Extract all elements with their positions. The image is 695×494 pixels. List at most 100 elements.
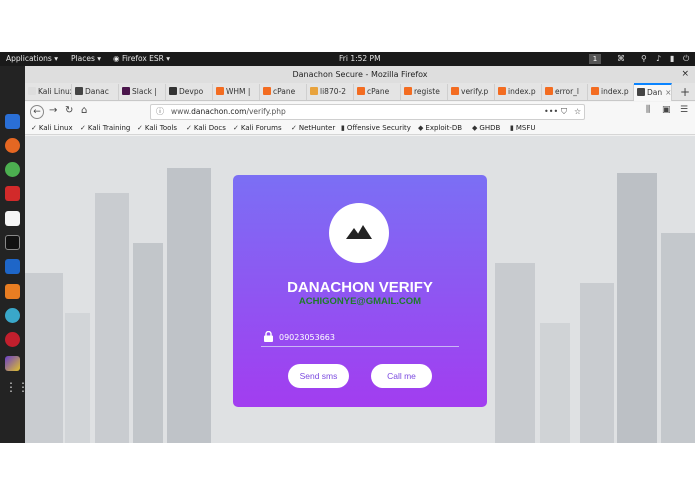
pocket-icon[interactable]: ⛉ (561, 105, 567, 119)
terminal-launcher-icon[interactable] (5, 235, 20, 250)
phone-field (261, 327, 459, 347)
bookmark-item[interactable]: ✓ Kali Tools (137, 123, 177, 134)
bookmark-label: MSFU (515, 124, 536, 132)
tab-label: cPane (273, 87, 296, 96)
site-info-icon[interactable]: ⓘ (156, 105, 164, 119)
tab-favicon-icon (545, 87, 553, 95)
bookmark-icon: ✓ (186, 124, 192, 132)
volume-icon[interactable]: ♪ (656, 54, 661, 63)
bookmark-icon: ✓ (80, 124, 86, 132)
background-building (580, 283, 614, 443)
forward-icon[interactable]: → (49, 105, 57, 116)
library-icon[interactable]: ⫼ (646, 105, 650, 115)
cherry-launcher-icon[interactable] (5, 332, 20, 347)
tab-favicon-icon (591, 87, 599, 95)
tab-label: error_l (555, 87, 579, 96)
reload-icon[interactable]: ↻ (65, 105, 73, 116)
app-launcher-icon[interactable] (5, 356, 20, 371)
eye-launcher-icon[interactable] (5, 308, 20, 323)
browser-tab[interactable]: registe (401, 84, 448, 100)
top-panel: Applications ▾ Places ▾ ◉ Firefox ESR ▾ … (0, 52, 695, 66)
new-tab-icon[interactable]: + (680, 83, 690, 101)
home-icon[interactable]: ⌂ (81, 105, 87, 116)
firefox-launcher-icon[interactable] (5, 138, 20, 153)
send-sms-button[interactable]: Send sms (288, 364, 349, 388)
browser-tab[interactable]: cPane (260, 84, 307, 100)
bookmark-label: Kali Tools (144, 124, 177, 132)
dock: ⋮⋮ (0, 66, 29, 443)
browser-tab[interactable]: error_l (542, 84, 588, 100)
show-apps-icon[interactable]: ⋮⋮ (5, 380, 29, 395)
window-title: Danachon Secure - Mozilla Firefox (292, 70, 428, 79)
bookmark-item[interactable]: ✓ Kali Forums (233, 123, 282, 134)
url-prefix: www. (171, 107, 192, 116)
keyboard-icon[interactable]: ⌘ (617, 54, 625, 63)
messenger-launcher-icon[interactable] (5, 162, 20, 177)
bookmark-item[interactable]: ▮ MSFU (510, 123, 536, 134)
tab-favicon-icon (357, 87, 365, 95)
browser-tab[interactable]: WHM | (213, 84, 260, 100)
call-me-button[interactable]: Call me (371, 364, 432, 388)
menu-icon[interactable]: ☰ (680, 105, 688, 115)
browser-tab[interactable]: verify.p (448, 84, 495, 100)
burp-launcher-icon[interactable] (5, 284, 20, 299)
browser-tab[interactable]: Dan × (634, 83, 672, 101)
desktop-screen: Applications ▾ Places ▾ ◉ Firefox ESR ▾ … (0, 52, 695, 443)
bookmark-star-icon[interactable]: ☆ (574, 105, 581, 119)
browser-tab[interactable]: cPane (354, 84, 401, 100)
tab-label: li870-2 (320, 87, 346, 96)
tab-label: Danac (85, 87, 109, 96)
clock[interactable]: Fri 1:52 PM (339, 54, 381, 63)
workspace-indicator[interactable]: 1 (589, 54, 601, 64)
page-actions-icon[interactable]: ••• (544, 105, 558, 119)
tab-favicon-icon (451, 87, 459, 95)
background-building (495, 263, 535, 443)
firefox-small-icon: ◉ (113, 54, 120, 63)
background-building (617, 173, 657, 443)
bookmark-item[interactable]: ✓ Kali Docs (186, 123, 226, 134)
browser-tab[interactable]: Devpo (166, 84, 213, 100)
bookmark-label: Kali Linux (38, 124, 73, 132)
logo-circle (329, 203, 389, 263)
tab-label: Dan (647, 88, 663, 97)
tab-label: Devpo (179, 87, 204, 96)
bookmark-label: Exploit-DB (425, 124, 463, 132)
bookmark-item[interactable]: ✓ Kali Linux (31, 123, 73, 134)
browser-tab[interactable]: li870-2 (307, 84, 354, 100)
tab-strip: Kali Linux Danac Slack | Devpo WHM | cPane li8… (25, 83, 695, 101)
tab-label: WHM | (226, 87, 251, 96)
battery-icon[interactable]: ▮ (670, 54, 674, 63)
close-window-icon[interactable]: × (681, 66, 689, 83)
bookmark-item[interactable]: ✓ Kali Training (80, 123, 130, 134)
bookmark-icon: ▮ (510, 124, 514, 132)
tab-close-icon[interactable]: × (665, 88, 671, 97)
applications-menu[interactable]: Applications ▾ (6, 54, 58, 63)
sidebar-icon[interactable]: ▣ (662, 105, 671, 115)
browser-tab[interactable]: index.p (495, 84, 542, 100)
tab-label: Kali Linux (38, 87, 72, 96)
network-icon[interactable]: ⚲ (641, 54, 647, 63)
browser-tab[interactable]: Kali Linux (25, 84, 72, 100)
firefox-app-menu[interactable]: ◉ Firefox ESR ▾ (113, 54, 170, 63)
tab-label: index.p (601, 87, 629, 96)
browser-tab[interactable]: index.p (588, 84, 634, 100)
metasploit-launcher-icon[interactable] (5, 259, 20, 274)
bookmark-item[interactable]: ◆ Exploit-DB (418, 123, 462, 134)
bookmark-label: Offensive Security (346, 124, 411, 132)
bookmark-item[interactable]: ✓ NetHunter (291, 123, 335, 134)
email-text: ACHIGONYE@GMAIL.COM (298, 296, 422, 307)
places-menu[interactable]: Places ▾ (71, 54, 101, 63)
back-icon[interactable]: ← (30, 105, 44, 119)
browser-tab[interactable]: Slack | (119, 84, 166, 100)
phone-input[interactable] (279, 330, 449, 344)
files-launcher-icon[interactable] (5, 114, 20, 129)
background-building (95, 193, 129, 443)
browser-tab[interactable]: Danac (72, 84, 119, 100)
navigation-bar: ← → ↻ ⌂ ⓘ www.danachon.com/verify.php ••… (25, 102, 695, 122)
editor-launcher-icon[interactable] (5, 186, 20, 201)
notes-launcher-icon[interactable] (5, 211, 20, 226)
url-bar[interactable]: ⓘ www.danachon.com/verify.php ••• ⛉ ☆ (150, 104, 585, 120)
power-icon[interactable]: ⏻ (683, 54, 689, 64)
bookmark-item[interactable]: ◆ GHDB (472, 123, 500, 134)
bookmark-item[interactable]: ▮ Offensive Security (341, 123, 411, 134)
